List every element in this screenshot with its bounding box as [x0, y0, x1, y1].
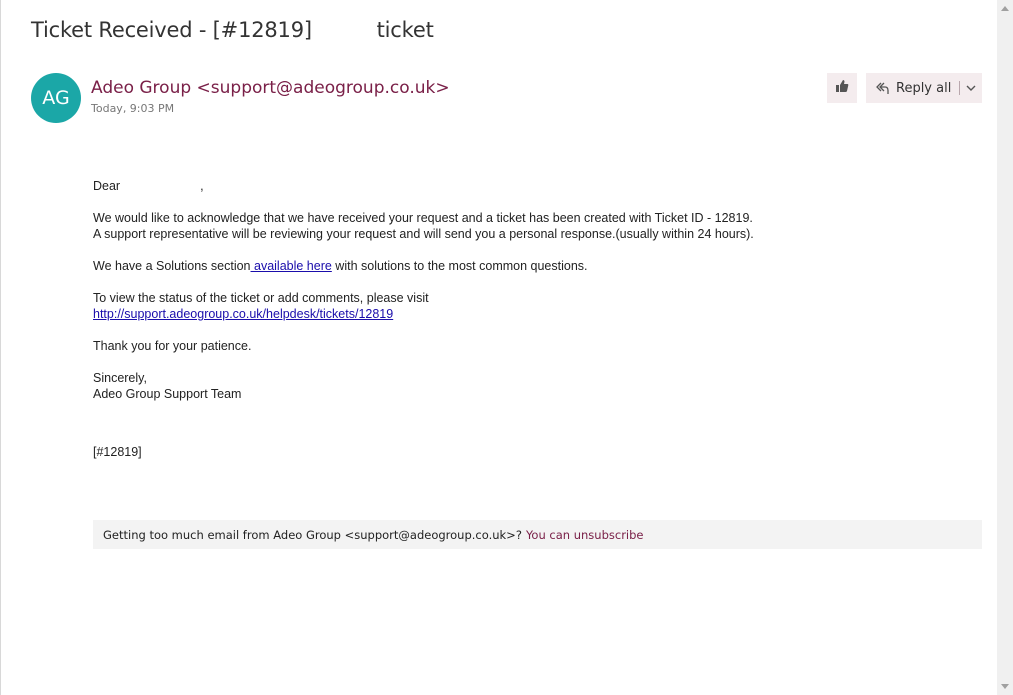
ticket-status-link[interactable]: http://support.adeogroup.co.uk/helpdesk/… — [93, 307, 393, 321]
ack-line-1: We would like to acknowledge that we hav… — [93, 211, 753, 225]
sent-time: Today, 9:03 PM — [91, 102, 175, 115]
status-text: To view the status of the ticket or add … — [93, 291, 429, 305]
greeting-comma: , — [200, 179, 204, 193]
greeting-line: Dear, — [93, 178, 953, 194]
reply-all-button[interactable]: Reply all — [866, 73, 982, 103]
button-divider — [959, 81, 961, 95]
solutions-prefix: We have a Solutions section — [93, 259, 251, 273]
acknowledgement-paragraph: We would like to acknowledge that we hav… — [93, 210, 953, 242]
ticket-reference: [#12819] — [93, 445, 142, 459]
email-subject: Ticket Received - [#12819] ticket — [31, 18, 434, 42]
chevron-down-icon[interactable] — [964, 81, 978, 95]
greeting: Dear — [93, 179, 121, 193]
scroll-up-icon[interactable] — [997, 0, 1013, 16]
closing: Sincerely, — [93, 371, 147, 385]
thumbs-up-icon — [835, 79, 849, 98]
ack-line-2: A support representative will be reviewi… — [93, 227, 754, 241]
scroll-down-icon[interactable] — [997, 679, 1013, 695]
window-border — [0, 0, 1, 695]
status-paragraph: To view the status of the ticket or add … — [93, 290, 953, 322]
solutions-link[interactable]: available here — [251, 259, 332, 273]
sender-name[interactable]: Adeo Group <support@adeogroup.co.uk> — [91, 78, 450, 98]
email-body: Dear, We would like to acknowledge that … — [93, 178, 953, 476]
signature-block: Sincerely, Adeo Group Support Team — [93, 370, 953, 402]
solutions-suffix: with solutions to the most common questi… — [331, 259, 588, 273]
unsubscribe-text: Getting too much email from Adeo Group <… — [103, 527, 522, 542]
thanks-line: Thank you for your patience. — [93, 339, 252, 353]
avatar-initials: AG — [42, 87, 70, 109]
like-button[interactable] — [827, 73, 857, 103]
unsubscribe-link[interactable]: You can unsubscribe — [526, 528, 644, 542]
unsubscribe-banner: Getting too much email from Adeo Group <… — [93, 520, 982, 549]
avatar[interactable]: AG — [31, 73, 81, 123]
vertical-scrollbar[interactable] — [997, 0, 1013, 695]
signature: Adeo Group Support Team — [93, 387, 242, 401]
solutions-paragraph: We have a Solutions section available he… — [93, 258, 953, 274]
reply-all-label: Reply all — [896, 80, 952, 96]
reply-all-icon — [874, 80, 890, 96]
